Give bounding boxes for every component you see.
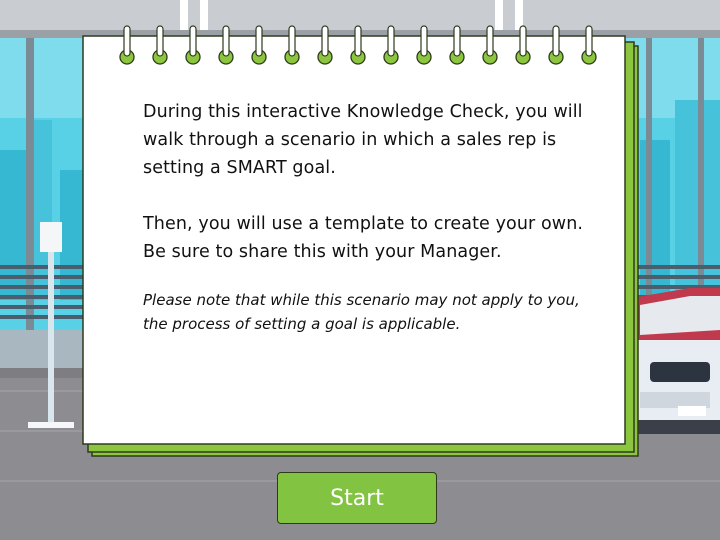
template-paragraph: Then, you will use a template to create … [143, 214, 584, 262]
start-button[interactable]: Start [277, 472, 437, 524]
note-content: During this interactive Knowledge Check,… [143, 98, 605, 336]
disclaimer-note: Please note that while this scenario may… [143, 291, 580, 333]
intro-paragraph: During this interactive Knowledge Check,… [143, 102, 583, 178]
